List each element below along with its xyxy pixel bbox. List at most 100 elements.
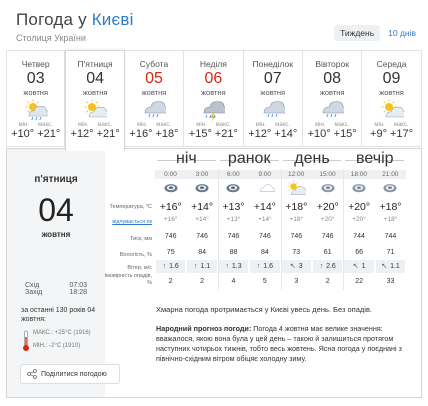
value-cell: 2 [325,278,330,285]
day-tab-weather [24,99,51,121]
value-cell: 84 [198,249,206,256]
city-name[interactable]: Києві [92,10,134,29]
day-tab-temps: +10° +21° [7,128,64,140]
time-of-day-header: вечір [345,150,405,167]
value-cell: 5 [262,278,267,285]
hour-cell: 15:00 [319,171,336,178]
value-cell: +18° [383,216,398,223]
share-icon [27,369,37,379]
max-temp: +21° [214,128,238,140]
row-label: Температура, °C [109,204,152,210]
page-header: Погода у Києві Столиця України Тиждень 1… [16,10,418,43]
day-tab-temps: +10° +15° [303,128,361,140]
day-tab[interactable]: Четвер 03 жовтня мін. макс. +10° +21° [6,50,66,147]
hour-weather [375,180,406,198]
period-10days-link[interactable]: 10 днів [386,25,418,41]
day-tab[interactable]: Субота 05 жовтня мін. макс. +16° +18° [124,50,185,147]
wind-direction-icon: ↑ [193,263,198,270]
day-tab-number: 03 [26,70,45,87]
day-tab-weather [201,99,230,122]
wind-cell: ↑ 1.6 [156,260,186,273]
night-cloudy-icon [195,184,209,193]
value-cell: 746 [259,233,271,240]
hour-cell: 21:00 [382,171,399,178]
share-weather-button[interactable]: Поділитися погодою [20,364,120,384]
value-cell: 746 [196,233,208,240]
sunrise-time: 07:03 [69,282,87,289]
history-min: МІН.: -2°C (1910) [33,343,81,349]
day-tab-month: жовтня [260,88,286,97]
wind-direction-icon: ↖ [289,263,296,270]
time-of-day-header: ніч [157,150,216,167]
sunrise-label: Схід [25,282,40,289]
wind-direction-icon: ↑ [319,263,324,270]
hour-weather [249,180,280,198]
day-tab[interactable]: П'ятниця 04 жовтня мін. макс. +12° +21° [65,50,125,151]
wind-speed: 1 [361,263,366,270]
wind-direction-icon: ↑ [225,263,229,270]
wind-cell: ↑ 1.3 [218,260,249,273]
wind-cell: ↖ 1.1 [375,260,406,273]
min-temp: +9° [370,128,387,140]
row-label: Імовірність опадів, % [104,273,152,286]
day-tab-temps: +12° +14° [244,128,302,140]
day-tab-name: П'ятниця [77,59,113,69]
history-records: МАКС.: +25°C (1916) МІН.: -2°C (1910) [33,327,91,353]
partly-cloudy-icon [84,99,111,118]
cloudy-icon [352,184,366,193]
wind-direction-icon: ↖ [381,263,388,270]
value-cell: +18° [289,216,304,223]
value-cell: 744 [384,233,397,240]
value-cell: 2 [168,278,173,285]
history-max: МАКС.: +25°C (1916) [33,330,91,336]
cloudy-icon [320,184,335,193]
thunderstorm-icon [204,101,230,122]
value-cell: 2 [200,278,205,285]
day-tab[interactable]: Неділя 06 жовтня мін. макс. +15° +21° [184,50,244,147]
day-tab[interactable]: Вівторок 08 жовтня мін. макс. +10° +15° [302,50,363,147]
folk-label: Народний прогноз погоди: [156,324,252,333]
column-divider [217,169,219,290]
wind-cell: ↑ 1.1 [187,260,217,273]
value-cell: +20° [348,201,371,213]
title-prefix: Погода у [16,10,92,29]
column-divider [280,169,282,290]
cloudy-icon [383,184,397,193]
min-temp: +10° [11,128,35,140]
hour-weather [312,180,343,198]
cloud-icon [259,184,275,192]
day-tab-weather [320,99,349,121]
day-tab-temps: +12° +21° [66,128,123,140]
hour-cell: 9:00 [258,171,272,178]
value-cell: 22 [355,278,363,285]
wind-speed: 2.6 [326,263,336,270]
period-week-button[interactable]: Тиждень [334,25,381,41]
night-cloudy-icon [226,184,240,193]
value-cell: +20° [352,216,366,223]
value-cell: +14° [258,216,272,223]
sun-times: Схід 07:03 Захід 18:28 [25,282,87,296]
row-label[interactable]: відчувається як [100,218,152,226]
day-tab-weather [83,99,111,121]
day-tab-month: жовтня [141,88,167,97]
hour-cell: 18:00 [350,171,368,178]
partly-cloudy-rain-icon [25,99,51,121]
hour-weather [343,180,374,198]
wind-cell: ↑ 1.6 [250,260,280,273]
sunset-label: Захід [25,289,43,296]
wind-direction-icon: ↑ [162,263,167,270]
wind-cell: ↑ 2.6 [313,260,343,273]
cloudy-rain-icon [322,101,349,118]
day-tab-month: жовтня [201,88,226,97]
detail-day-name: п'ятниця [34,174,78,185]
column-divider [343,169,345,290]
hour-cell: 6:00 [226,171,240,178]
wind-speed: 1.3 [231,263,242,270]
hour-weather [155,180,186,198]
value-cell: 3 [294,278,299,285]
value-cell: 33 [386,278,395,285]
day-tab[interactable]: Понеділок 07 жовтня мін. макс. +12° +14° [243,50,303,147]
day-tab-weather [142,99,171,121]
day-tab[interactable]: Середа 09 жовтня мін. макс. +9° +17° [362,50,422,147]
max-temp: +18° [155,128,179,140]
